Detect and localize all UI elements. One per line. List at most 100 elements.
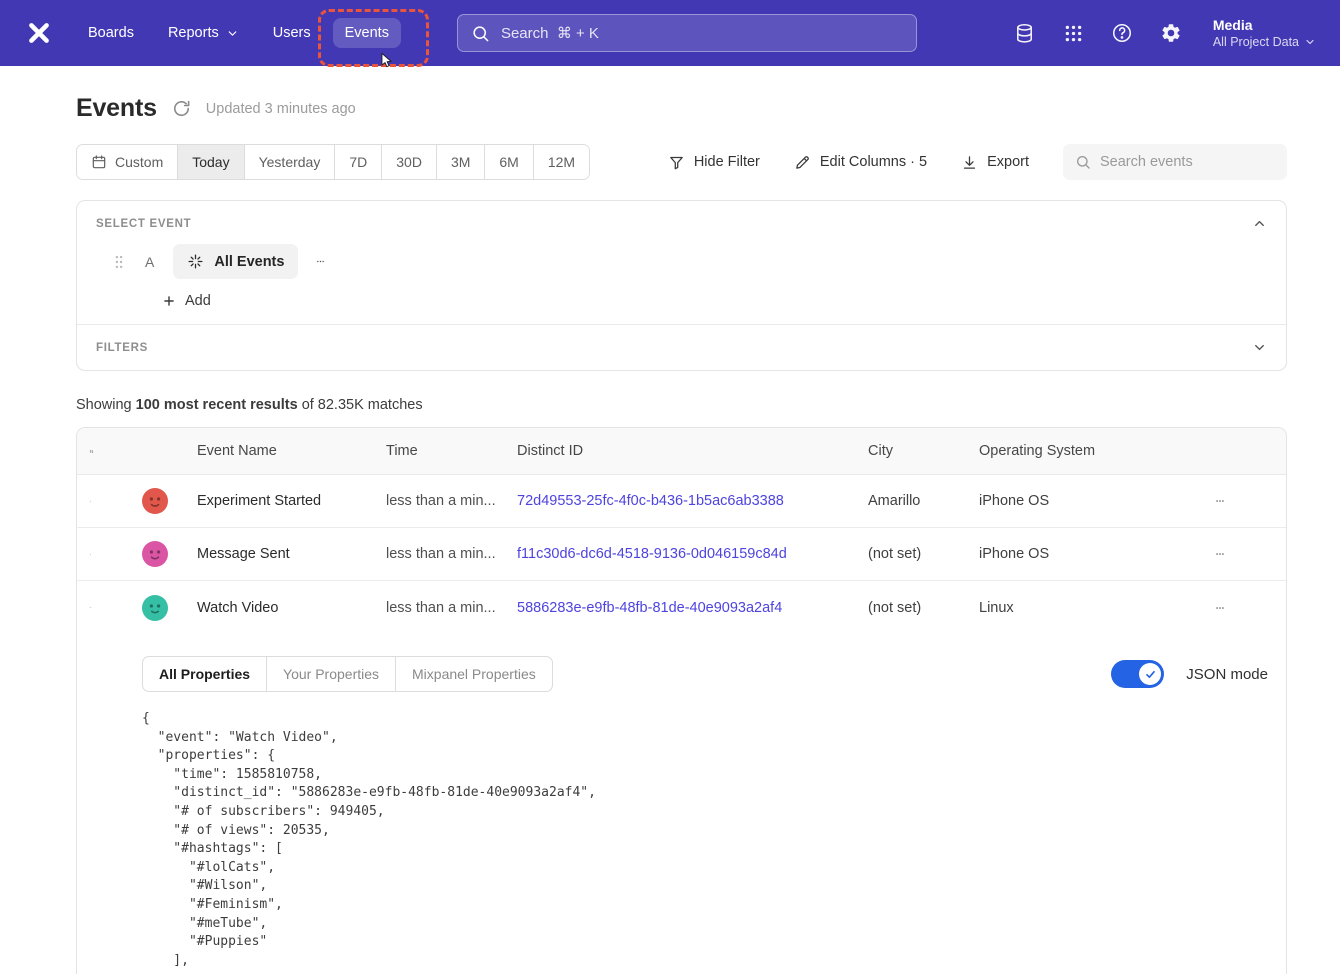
apps-grid-icon[interactable] xyxy=(1063,23,1084,44)
project-switcher[interactable]: Media All Project Data xyxy=(1213,17,1316,49)
range-12m[interactable]: 12M xyxy=(534,145,589,179)
properties-tabs: All Properties Your Properties Mixpanel … xyxy=(142,656,553,692)
os-cell: iPhone OS xyxy=(979,546,1153,562)
range-today[interactable]: Today xyxy=(178,145,244,179)
results-suffix: of 82.35K matches xyxy=(302,397,423,413)
event-sparkle-icon xyxy=(187,253,204,270)
city-cell: (not set) xyxy=(868,546,979,562)
pencil-icon xyxy=(794,154,811,171)
filters-label: FILTERS xyxy=(96,342,148,354)
export-button[interactable]: Export xyxy=(961,154,1029,171)
main-content: Events Updated 3 minutes ago Custom Toda… xyxy=(0,94,1340,974)
expand-row-icon[interactable] xyxy=(77,547,92,562)
city-cell: Amarillo xyxy=(868,493,979,509)
cursor-icon xyxy=(377,49,394,72)
row-detail-panel: All Properties Your Properties Mixpanel … xyxy=(77,634,1286,974)
tab-all-properties[interactable]: All Properties xyxy=(143,657,267,691)
results-prefix: Showing xyxy=(76,397,132,413)
distinct-id-link[interactable]: f11c30d6-dc6d-4518-9136-0d046159c84d xyxy=(517,546,787,562)
col-city[interactable]: City xyxy=(868,443,979,459)
collapse-section-icon[interactable] xyxy=(1252,216,1267,231)
step-letter: A xyxy=(145,254,154,270)
range-3m[interactable]: 3M xyxy=(437,145,485,179)
nav-item-events-label: Events xyxy=(345,25,389,41)
drag-handle-icon[interactable] xyxy=(112,253,126,271)
results-count: 100 most recent results xyxy=(136,397,298,413)
user-avatar xyxy=(142,595,168,621)
search-icon xyxy=(471,24,490,43)
col-os[interactable]: Operating System xyxy=(979,443,1153,459)
table-header: Event Name Time Distinct ID City Operati… xyxy=(77,428,1286,475)
range-7d[interactable]: 7D xyxy=(335,145,382,179)
col-event-name[interactable]: Event Name xyxy=(177,443,386,459)
event-more-icon[interactable] xyxy=(312,253,329,270)
query-builder-card: SELECT EVENT A All Events xyxy=(76,200,1287,371)
table-row: Experiment Started less than a min... 72… xyxy=(77,475,1286,528)
top-navbar: Boards Reports Users Events xyxy=(0,0,1340,66)
select-event-section: SELECT EVENT A All Events xyxy=(77,201,1286,324)
filters-section[interactable]: FILTERS xyxy=(77,324,1286,370)
search-icon xyxy=(1075,154,1091,170)
download-icon xyxy=(961,154,978,171)
table-row: Message Sent less than a min... f11c30d6… xyxy=(77,528,1286,581)
global-search[interactable] xyxy=(457,14,917,52)
event-selector[interactable]: All Events xyxy=(173,244,298,279)
table-row-expanded: Watch Video less than a min... 5886283e-… xyxy=(77,581,1286,634)
row-more-icon[interactable] xyxy=(1211,599,1229,617)
event-json-code: { "event": "Watch Video", "properties": … xyxy=(142,710,1268,970)
add-event-button[interactable]: Add xyxy=(162,293,211,309)
time-cell: less than a min... xyxy=(386,600,517,616)
data-management-icon[interactable] xyxy=(1013,22,1036,45)
check-icon xyxy=(1144,668,1157,681)
collapse-row-icon[interactable] xyxy=(77,600,92,615)
edit-columns-label: Edit Columns · 5 xyxy=(820,154,927,170)
export-label: Export xyxy=(987,154,1029,170)
os-cell: iPhone OS xyxy=(979,493,1153,509)
range-custom[interactable]: Custom xyxy=(77,145,178,179)
tab-your-properties[interactable]: Your Properties xyxy=(267,657,396,691)
help-icon[interactable] xyxy=(1111,22,1133,44)
time-cell: less than a min... xyxy=(386,493,517,509)
expand-filters-icon[interactable] xyxy=(1252,340,1267,355)
range-yesterday[interactable]: Yesterday xyxy=(245,145,336,179)
nav-item-boards[interactable]: Boards xyxy=(76,18,146,48)
toggle-knob xyxy=(1139,663,1161,685)
global-search-input[interactable] xyxy=(501,25,903,42)
chevron-down-icon xyxy=(1304,36,1316,48)
distinct-id-link[interactable]: 5886283e-e9fb-48fb-81de-40e9093a2af4 xyxy=(517,600,782,616)
project-scope-label: All Project Data xyxy=(1213,35,1299,49)
sort-icon[interactable] xyxy=(77,443,94,460)
distinct-id-link[interactable]: 72d49553-25fc-4f0c-b436-1b5ac6ab3388 xyxy=(517,493,784,509)
gear-icon[interactable] xyxy=(1160,22,1182,44)
page-title: Events xyxy=(76,94,157,123)
results-summary: Showing 100 most recent results of 82.35… xyxy=(76,397,1287,413)
mixpanel-logo[interactable] xyxy=(24,18,54,48)
chevron-down-icon xyxy=(226,27,239,40)
range-6m[interactable]: 6M xyxy=(485,145,533,179)
funnel-icon xyxy=(668,154,685,171)
date-range-group: Custom Today Yesterday 7D 30D 3M 6M 12M xyxy=(76,144,590,180)
refresh-icon[interactable] xyxy=(172,99,191,118)
nav-item-reports[interactable]: Reports xyxy=(156,18,251,48)
row-more-icon[interactable] xyxy=(1211,545,1229,563)
expand-row-icon[interactable] xyxy=(77,494,92,509)
hide-filter-button[interactable]: Hide Filter xyxy=(668,154,760,171)
search-events-box[interactable] xyxy=(1063,144,1287,180)
primary-nav: Boards Reports Users Events xyxy=(76,18,401,48)
col-distinct-id[interactable]: Distinct ID xyxy=(517,443,868,459)
range-30d[interactable]: 30D xyxy=(382,145,437,179)
navbar-right-actions: Media All Project Data xyxy=(1013,17,1316,49)
event-selector-label: All Events xyxy=(214,254,284,270)
range-custom-label: Custom xyxy=(115,154,163,170)
city-cell: (not set) xyxy=(868,600,979,616)
nav-item-users[interactable]: Users xyxy=(261,18,323,48)
json-mode-toggle[interactable] xyxy=(1111,660,1164,688)
calendar-icon xyxy=(91,154,107,170)
tab-mixpanel-properties[interactable]: Mixpanel Properties xyxy=(396,657,552,691)
edit-columns-button[interactable]: Edit Columns · 5 xyxy=(794,154,927,171)
select-event-label: SELECT EVENT xyxy=(96,218,191,230)
row-more-icon[interactable] xyxy=(1211,492,1229,510)
col-time[interactable]: Time xyxy=(386,443,517,459)
search-events-input[interactable] xyxy=(1100,154,1275,170)
nav-item-events[interactable]: Events xyxy=(333,18,401,48)
